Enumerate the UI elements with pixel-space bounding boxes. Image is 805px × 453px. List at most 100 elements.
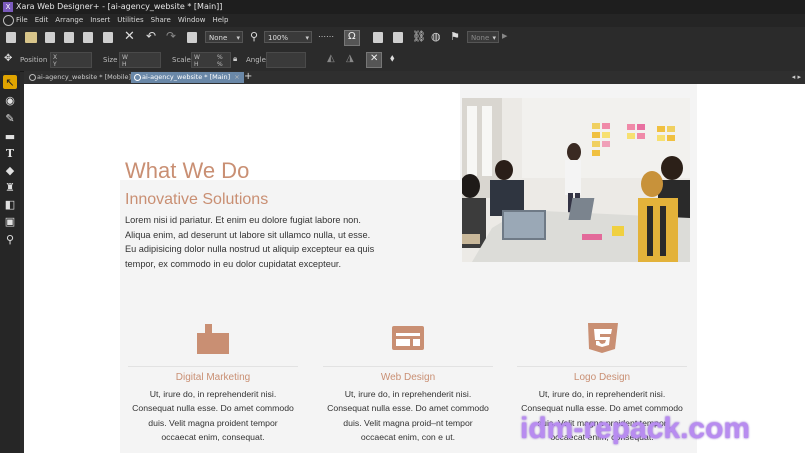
h-label: H [122, 61, 127, 68]
properties-icon[interactable] [373, 32, 383, 43]
service-line: Ut, irure do, in reprehenderit nisi. [538, 389, 666, 399]
new-document-icon[interactable] [6, 32, 16, 43]
tab-scroll-arrows[interactable]: ◂ ▸ [792, 71, 801, 83]
paragraph-line: tempor, ex commodo in eu dolor cupidatat… [125, 258, 342, 269]
zoom-select[interactable]: 100% [264, 31, 312, 44]
web-icon[interactable]: ◍ [431, 30, 441, 43]
scale-fields[interactable]: W H % % [191, 52, 231, 68]
redo-icon[interactable]: ↷ [166, 29, 176, 43]
paragraph-line: Aliqua enim, ad deserunt ut labore sit u… [125, 229, 371, 240]
save-as-icon[interactable] [64, 32, 74, 43]
position-fields[interactable]: X Y [50, 52, 92, 68]
flip-vertical-icon[interactable]: ◮ [346, 53, 354, 64]
angle-fields[interactable] [266, 52, 306, 68]
service-line: Ut, irure do, in reprehenderit nisi. [149, 389, 277, 399]
tag-icon[interactable]: ⬧ [390, 53, 395, 64]
main-toolbar: ✕ ↶ ↷ None ⚲ 100% ⋯⋯ Ω ⛓ ◍ ⚑ None ▶ [0, 27, 805, 49]
lock-aspect-icon[interactable]: 🔒︎ [233, 54, 237, 64]
position-label: Position [20, 56, 48, 64]
percent-label-2: % [217, 61, 223, 68]
export-icon[interactable] [83, 32, 93, 43]
w-label: W [122, 54, 128, 61]
web-page[interactable]: What We Do Innovative Solutions Lorem ni… [120, 84, 697, 453]
selector-options-icon[interactable]: ✥ [4, 53, 12, 64]
section-subheading[interactable]: Innovative Solutions [125, 191, 268, 209]
new-tab-button[interactable]: + [244, 71, 252, 83]
tab-main-close-icon[interactable]: × [234, 73, 239, 81]
text-tool-icon[interactable]: T [3, 146, 17, 160]
intro-paragraph[interactable]: Lorem nisi id pariatur. Et enim eu dolor… [125, 213, 425, 271]
selector-tool-icon[interactable]: ↖ [3, 75, 17, 89]
flip-horizontal-icon[interactable]: ◭ [327, 53, 335, 64]
menu-utilities[interactable]: Utilities [117, 14, 143, 27]
menu-insert[interactable]: Insert [90, 14, 110, 27]
service-divider [128, 366, 298, 367]
xara-logo-icon: X [3, 2, 13, 12]
pen-tool-icon[interactable]: ✎ [3, 111, 17, 125]
service-description[interactable]: Ut, irure do, in reprehenderit nisi. Con… [319, 387, 497, 444]
zoom-icon[interactable]: ⚲ [250, 30, 258, 43]
menu-share[interactable]: Share [151, 14, 171, 27]
service-line: Consequat nulla esse. Do amet commodo [132, 403, 294, 414]
angle-label: Angle [246, 56, 266, 64]
tools-sidebar: ↖ ◉ ✎ ▬ T ◆ ♜ ◧ ▣ ⚲ [0, 71, 20, 453]
globe-icon [134, 74, 141, 81]
link-icon[interactable]: ⛓ [412, 30, 426, 43]
design-canvas[interactable]: What We Do Innovative Solutions Lorem ni… [24, 84, 805, 453]
paragraph-line: Eu adipisicing dolor nulla nostrud ut al… [125, 244, 375, 254]
fill-select[interactable]: None [205, 31, 243, 44]
snap-grid-icon[interactable]: ⋯⋯ [318, 32, 334, 41]
scale-w-label: W [194, 54, 200, 61]
rectangle-tool-icon[interactable]: ▬ [3, 129, 17, 143]
menu-window[interactable]: Window [178, 14, 206, 27]
menu-bar: File Edit Arrange Insert Utilities Share… [0, 14, 805, 27]
service-title[interactable]: Web Design [319, 372, 497, 383]
y-label: Y [53, 61, 57, 68]
tab-main[interactable]: ai-agency_website * [Main] × [131, 72, 244, 83]
frame-icon[interactable] [187, 32, 197, 43]
globe-icon [29, 74, 36, 81]
undo-icon[interactable]: ↶ [146, 29, 156, 43]
tab-main-label: ai-agency_website * [Main] [142, 73, 231, 81]
open-folder-icon[interactable] [25, 32, 37, 43]
paragraph-line: Lorem nisi id pariatur. Et enim eu dolor… [125, 215, 361, 225]
fill-tool-icon[interactable]: ◆ [3, 163, 17, 177]
save-icon[interactable] [45, 32, 55, 43]
service-line: duis. Velit magna proident tempor [148, 417, 278, 428]
team-meeting-photo[interactable] [462, 98, 690, 262]
service-digital-marketing[interactable]: Digital Marketing Ut, irure do, in repre… [124, 322, 302, 444]
css3-shield-icon [588, 323, 618, 353]
section-heading[interactable]: What We Do [125, 158, 249, 184]
mould-tool-icon[interactable]: ▣ [3, 214, 17, 228]
scale-h-label: H [194, 61, 199, 68]
shadow-tool-icon[interactable]: ◧ [3, 197, 17, 211]
style-select[interactable]: None [467, 31, 499, 44]
window-title: Xara Web Designer+ - [ai-agency_website … [16, 2, 223, 11]
magnet-snap-icon[interactable]: Ω [344, 30, 360, 46]
duplicate-icon[interactable] [393, 32, 403, 43]
watermark-text: idm-repack.com [520, 412, 751, 445]
copy-icon[interactable] [103, 32, 113, 43]
menu-file[interactable]: File [16, 14, 28, 27]
title-bar: X Xara Web Designer+ - [ai-agency_websit… [0, 0, 805, 14]
menu-help[interactable]: Help [212, 14, 228, 27]
size-fields[interactable]: W H [119, 52, 161, 68]
service-title[interactable]: Digital Marketing [124, 372, 302, 383]
transparency-tool-icon[interactable]: ♜ [3, 180, 17, 194]
preview-icon[interactable]: ⚑ [450, 30, 460, 43]
service-divider [517, 366, 687, 367]
globe-icon[interactable] [3, 15, 14, 26]
delete-icon[interactable]: ✕ [124, 29, 135, 44]
percent-label: % [217, 54, 223, 61]
menu-edit[interactable]: Edit [35, 14, 49, 27]
service-description[interactable]: Ut, irure do, in reprehenderit nisi. Con… [124, 387, 302, 444]
browser-window-icon [392, 326, 424, 350]
play-icon[interactable]: ▶ [502, 32, 507, 40]
photo-tool-icon[interactable]: ◉ [3, 93, 17, 107]
service-title[interactable]: Logo Design [513, 372, 691, 383]
zoom-tool-icon[interactable]: ⚲ [3, 232, 17, 246]
tab-mobile[interactable]: ai-agency_website * [Mobile]× [26, 72, 144, 83]
menu-arrange[interactable]: Arrange [55, 14, 83, 27]
pen-toggle-icon[interactable]: ✕ [366, 52, 382, 68]
service-web-design[interactable]: Web Design Ut, irure do, in reprehenderi… [319, 322, 497, 444]
